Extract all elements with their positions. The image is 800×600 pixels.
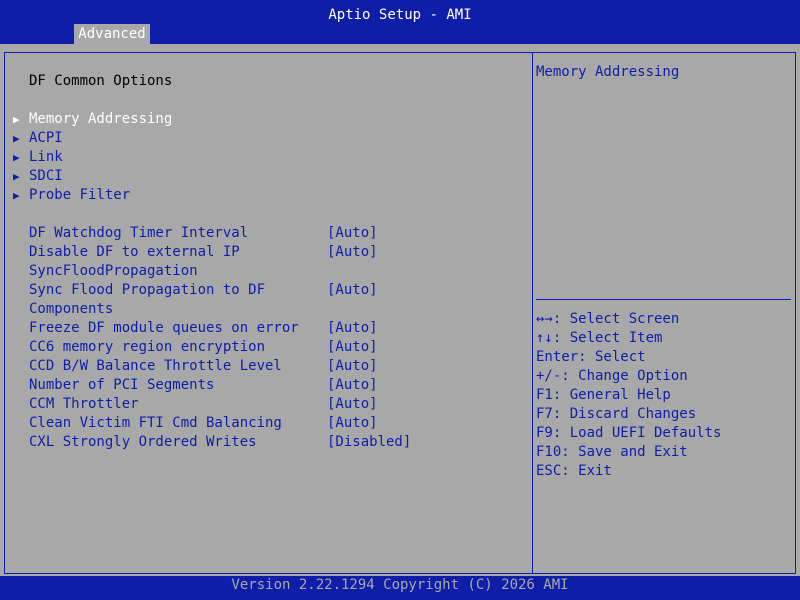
section-title: DF Common Options <box>29 73 173 89</box>
setting-value[interactable]: [Disabled] <box>327 433 411 452</box>
tab-advanced[interactable]: Advanced <box>74 24 150 44</box>
key-hint: ↔→: Select Screen <box>536 311 680 327</box>
triangle-right-icon: ▶ <box>13 132 20 145</box>
setting-value[interactable]: [Auto] <box>327 357 378 376</box>
setting-name: CC6 memory region encryption <box>29 339 266 355</box>
submenu-label: SDCI <box>29 168 63 184</box>
triangle-right-icon: ▶ <box>13 189 20 202</box>
setting-row[interactable]: CCD B/W Balance Throttle Level [Auto] <box>29 357 378 376</box>
setting-name: Clean Victim FTI Cmd Balancing <box>29 415 282 431</box>
setting-name: CCD B/W Balance Throttle Level <box>29 358 282 374</box>
key-hint: F9: Load UEFI Defaults <box>536 425 722 441</box>
help-title: Memory Addressing <box>536 64 680 80</box>
setting-row[interactable]: CCM Throttler [Auto] <box>29 395 378 414</box>
setting-row[interactable]: CC6 memory region encryption [Auto] <box>29 338 378 357</box>
setting-row[interactable]: Freeze DF module queues on error [Auto] <box>29 319 378 338</box>
setting-value[interactable]: [Auto] <box>327 319 378 338</box>
setting-value[interactable]: [Auto] <box>327 224 378 243</box>
setting-name: CXL Strongly Ordered Writes <box>29 434 257 450</box>
key-hint: F7: Discard Changes <box>536 406 697 422</box>
setting-value[interactable]: [Auto] <box>327 243 378 262</box>
setting-row[interactable]: CXL Strongly Ordered Writes [Disabled] <box>29 433 411 452</box>
submenu-label: ACPI <box>29 130 63 146</box>
setting-name: CCM Throttler <box>29 396 139 412</box>
options-list: DF Watchdog Timer Interval [Auto] Disable … <box>29 224 411 452</box>
submenu-label: Link <box>29 149 63 165</box>
app-title: Aptio Setup - AMI <box>328 7 472 23</box>
title-bar: Aptio Setup - AMI Advanced <box>0 0 800 44</box>
setting-value[interactable]: [Auto] <box>327 395 378 414</box>
setting-name: Number of PCI Segments <box>29 377 215 393</box>
key-hint: Enter: Select <box>536 349 646 365</box>
key-hint: F10: Save and Exit <box>536 444 688 460</box>
setting-value[interactable]: [Auto] <box>327 414 378 433</box>
setting-name: Freeze DF module queues on error <box>29 320 299 336</box>
footer-bar: Version 2.22.1294 Copyright (C) 2026 AMI <box>0 576 800 600</box>
submenu-label: Memory Addressing <box>29 111 173 127</box>
key-hint: ↑↓: Select Item <box>536 330 663 346</box>
submenu-label: Probe Filter <box>29 187 131 203</box>
triangle-right-icon: ▶ <box>13 170 20 183</box>
setting-name: Sync Flood Propagation to DF Components <box>29 282 266 317</box>
help-divider <box>536 299 791 300</box>
setting-row[interactable]: Disable DF to external IP SyncFloodPropa… <box>29 243 378 281</box>
settings-panel: DF Common Options ▶ Memory Addressing ▶ ACP… <box>4 52 533 574</box>
triangle-right-icon: ▶ <box>13 151 20 164</box>
bios-screen: Aptio Setup - AMI Advanced DF Common Opt… <box>0 0 800 600</box>
setting-row[interactable]: Clean Victim FTI Cmd Balancing [Auto] <box>29 414 378 433</box>
setting-row[interactable]: Sync Flood Propagation to DF Components [… <box>29 281 378 319</box>
setting-name: Disable DF to external IP SyncFloodPropa… <box>29 244 240 279</box>
setting-value[interactable]: [Auto] <box>327 376 378 395</box>
key-hint: ESC: Exit <box>536 463 612 479</box>
key-hint: F1: General Help <box>536 387 671 403</box>
setting-row[interactable]: DF Watchdog Timer Interval [Auto] <box>29 224 378 243</box>
key-hint: +/-: Change Option <box>536 368 688 384</box>
main-area: DF Common Options ▶ Memory Addressing ▶ ACP… <box>0 44 800 576</box>
triangle-right-icon: ▶ <box>13 113 20 126</box>
setting-value[interactable]: [Auto] <box>327 281 378 300</box>
key-legend: ↔→: Select Screen ↑↓: Select Item Enter: S… <box>536 310 721 481</box>
setting-row[interactable]: Number of PCI Segments [Auto] <box>29 376 378 395</box>
version-text: Version 2.22.1294 Copyright (C) 2026 AMI <box>231 577 569 593</box>
setting-name: DF Watchdog Timer Interval <box>29 225 249 241</box>
setting-value[interactable]: [Auto] <box>327 338 378 357</box>
